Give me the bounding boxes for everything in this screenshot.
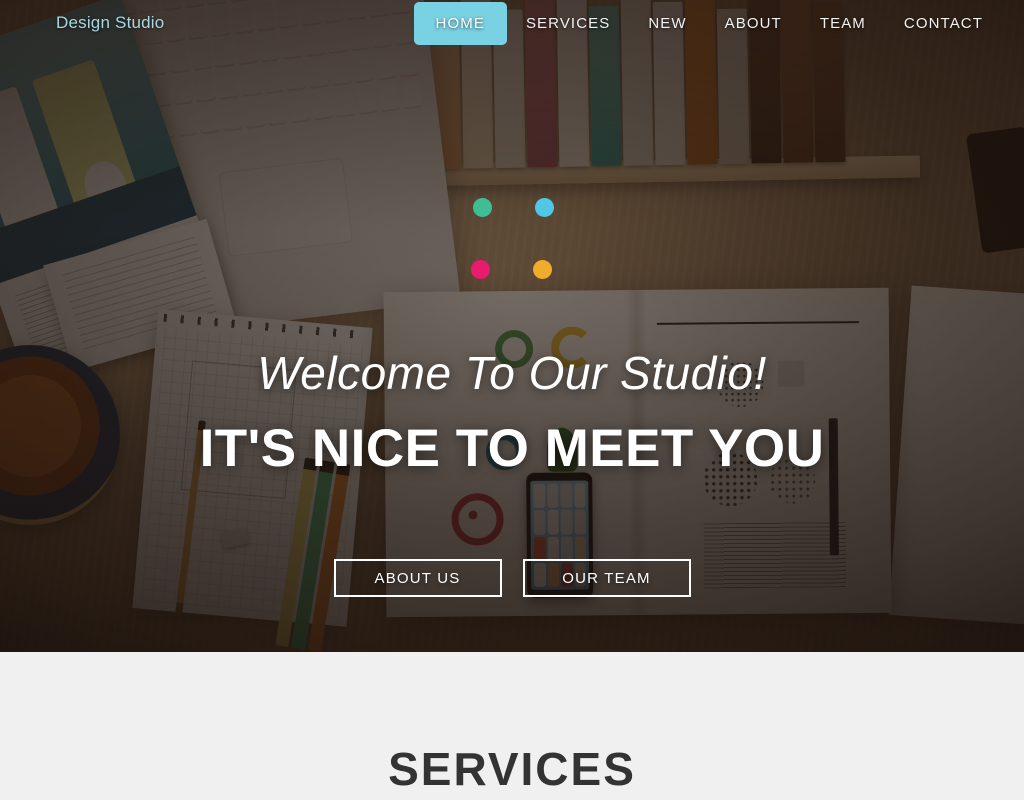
dot-orange-icon[interactable] xyxy=(533,260,552,279)
nav-menu: HOME SERVICES NEW ABOUT TEAM CONTACT xyxy=(413,1,1002,45)
hero-subheadline: Welcome To Our Studio! xyxy=(257,347,767,399)
services-section: SERVICES xyxy=(0,652,1024,800)
hero-cta-group: ABOUT US OUR TEAM xyxy=(0,559,1024,597)
nav-item-home[interactable]: HOME xyxy=(413,1,507,45)
dot-pink-icon[interactable] xyxy=(471,260,490,279)
nav-item-team[interactable]: TEAM xyxy=(801,2,885,45)
dot-green-icon[interactable] xyxy=(473,198,492,217)
dot-blue-icon[interactable] xyxy=(535,198,554,217)
hero-section: Design Studio HOME SERVICES NEW ABOUT TE… xyxy=(0,0,1024,652)
nav-item-contact[interactable]: CONTACT xyxy=(885,2,1002,45)
nav-item-about[interactable]: ABOUT xyxy=(706,2,801,45)
services-title: SERVICES xyxy=(388,743,636,795)
top-navbar: Design Studio HOME SERVICES NEW ABOUT TE… xyxy=(0,0,1024,46)
about-us-button[interactable]: ABOUT US xyxy=(333,559,502,597)
our-team-button[interactable]: OUR TEAM xyxy=(522,559,691,597)
hero-headline: IT'S NICE TO MEET YOU xyxy=(199,419,825,478)
hero-dark-overlay xyxy=(0,0,1024,652)
nav-item-services[interactable]: SERVICES xyxy=(507,2,629,45)
nav-item-new[interactable]: NEW xyxy=(629,2,705,45)
brand-logo[interactable]: Design Studio xyxy=(56,13,164,33)
hero-background-photo xyxy=(0,0,1024,652)
